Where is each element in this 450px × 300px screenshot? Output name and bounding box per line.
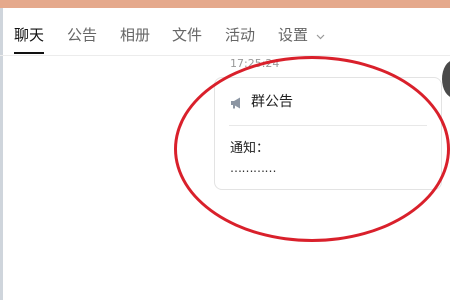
tab-files[interactable]: 文件 (172, 25, 202, 45)
tab-announcement[interactable]: 公告 (67, 25, 97, 45)
megaphone-icon (230, 95, 244, 109)
announcement-card[interactable]: 群公告 通知： ………… (214, 77, 442, 190)
tab-activities-label: 活动 (225, 26, 256, 44)
tab-settings-label: 设置 (278, 26, 309, 44)
chevron-down-icon (312, 30, 325, 43)
tab-announcement-label: 公告 (67, 26, 98, 44)
announcement-card-header: 群公告 (230, 93, 293, 111)
tab-activities[interactable]: 活动 (225, 25, 255, 45)
tab-settings[interactable]: 设置 (278, 25, 325, 45)
tab-bar: 聊天 公告 相册 文件 活动 设置 (0, 8, 450, 56)
chat-area: 17:25:24 群公告 通知： ………… (3, 57, 450, 300)
tab-album[interactable]: 相册 (120, 25, 150, 45)
tab-files-label: 文件 (172, 26, 203, 44)
tab-album-label: 相册 (120, 26, 151, 44)
tab-chat[interactable]: 聊天 (14, 25, 45, 54)
tab-chat-label: 聊天 (14, 26, 45, 44)
top-accent-strip (0, 0, 450, 8)
card-divider (229, 125, 427, 126)
announcement-body-title: 通知： (230, 141, 270, 156)
active-tab-underline (14, 52, 45, 54)
announcement-body-text: ………… (230, 161, 277, 175)
announcement-card-title: 群公告 (251, 94, 293, 110)
message-timestamp: 17:25:24 (230, 57, 280, 70)
